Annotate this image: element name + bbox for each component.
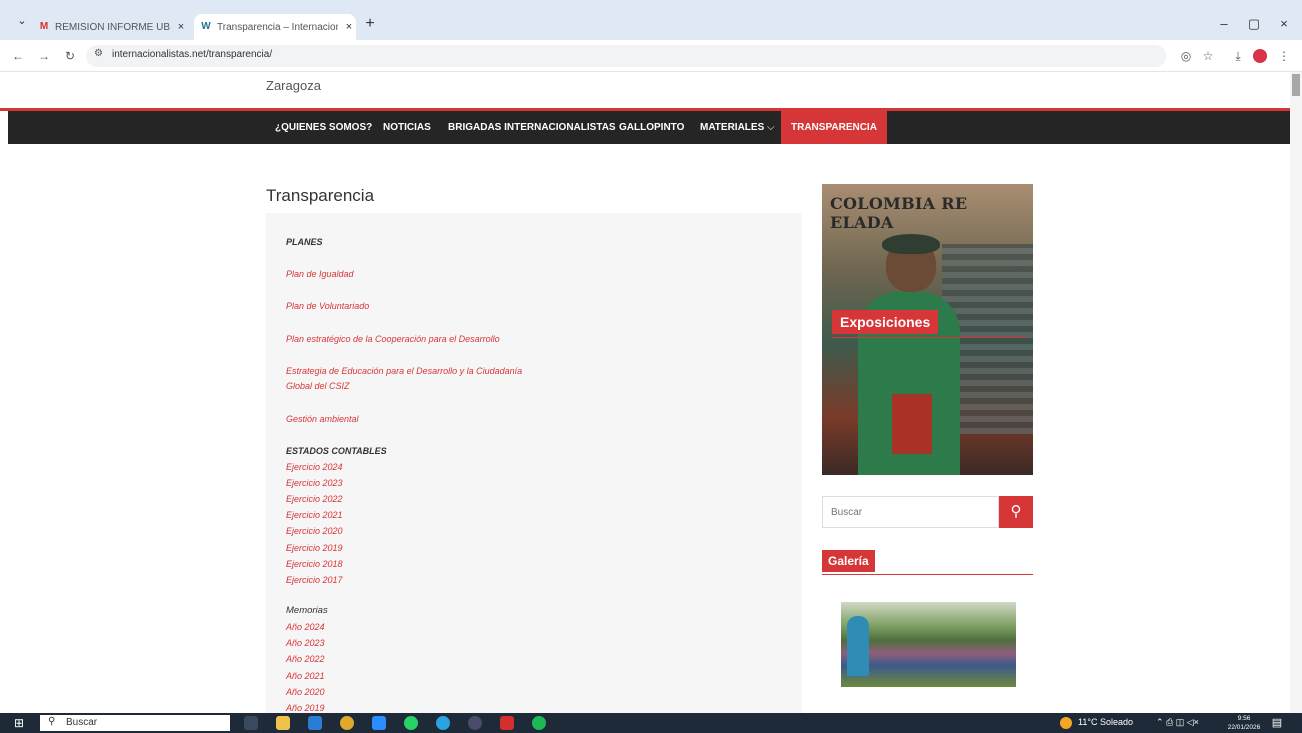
link-plan-estrategico[interactable]: Plan estratégico de la Cooperación para … [286,334,500,344]
download-icon[interactable]: ⤓ [1228,46,1248,66]
poster-figure-scarf [892,394,932,454]
gallery-photo[interactable] [841,602,1016,687]
link-gestion-ambiental[interactable]: Gestión ambiental [286,414,359,424]
gmail-icon: M [39,21,49,32]
tab-title: Transparencia – Internacionalist [217,21,338,33]
exposiciones-banner[interactable]: COLOMBIA RE ELADA Exposiciones [822,184,1033,475]
task-view-icon[interactable] [244,716,258,730]
link-memoria[interactable]: Año 2020 [286,687,325,697]
link-estrategia-educacion[interactable]: Estrategia de Educación para el Desarrol… [286,366,522,376]
site-tagline: Zaragoza [266,78,321,93]
acrobat-icon[interactable] [500,716,514,730]
clock-time: 9:56 [1237,715,1251,722]
nav-item-brigadas[interactable]: BRIGADAS INTERNACIONALISTAS [448,111,616,144]
nav-item-transparencia[interactable]: TRANSPARENCIA [781,111,887,144]
weather-text[interactable]: 11°C Soleado [1078,717,1133,727]
link-memoria[interactable]: Año 2022 [286,654,325,664]
profile-avatar[interactable] [1253,49,1267,63]
search-icon: ⚲ [1010,503,1022,520]
gallery-photo-figure [847,616,869,676]
main-navigation: ¿QUIENES SOMOS? NOTICIAS BRIGADAS INTERN… [8,111,1290,144]
link-ejercicio[interactable]: Ejercicio 2024 [286,462,343,472]
word-icon[interactable] [308,716,322,730]
link-memoria[interactable]: Año 2024 [286,622,325,632]
nav-item-label: MATERIALES [700,122,765,133]
exposiciones-underline [832,337,1026,338]
estados-heading: ESTADOS CONTABLES [286,446,387,456]
address-bar[interactable]: ⚙ internacionalistas.net/transparencia/ [86,45,1166,67]
weather-sun-icon [1060,717,1072,729]
taskbar-search-box[interactable]: ⚲ Buscar [40,715,230,731]
nav-item-materiales[interactable]: MATERIALES ⌵ [700,111,775,144]
nav-item-gallopinto[interactable]: GALLOPINTO [619,111,684,144]
chrome-icon[interactable] [340,716,354,730]
memorias-heading: Memorias [286,605,328,616]
site-info-icon[interactable]: ⚙ [94,48,103,59]
page-scrollbar[interactable] [1290,72,1302,713]
nav-item-quienes-somos[interactable]: ¿QUIENES SOMOS? [275,111,372,144]
taskbar-search-label: Buscar [66,717,98,728]
browser-toolbar: ← → ↻ ⚙ internacionalistas.net/transpare… [0,40,1302,72]
minimize-icon[interactable]: – [1214,14,1234,34]
clock-date: 22/01/2026 [1227,724,1261,731]
tab-search-icon[interactable]: ⌄ [12,12,32,30]
zoom-icon[interactable] [372,716,386,730]
close-tab-icon[interactable]: × [342,21,356,33]
nav-item-noticias[interactable]: NOTICIAS [383,111,431,144]
link-memoria[interactable]: Año 2023 [286,638,325,648]
browser-tab-strip: ⌄ M REMISIÓN INFORME UBICACIÓ × W Transp… [0,0,1302,40]
reload-icon[interactable]: ↻ [60,46,80,66]
chevron-down-icon: ⌵ [767,122,775,133]
eye-off-icon[interactable]: ◎ [1176,46,1196,66]
link-ejercicio[interactable]: Ejercicio 2021 [286,510,343,520]
bookmark-star-icon[interactable]: ☆ [1198,46,1218,66]
link-memoria[interactable]: Año 2021 [286,671,325,681]
spotify-icon[interactable] [532,716,546,730]
taskbar-clock[interactable]: 9:56 22/01/2026 [1226,714,1262,732]
back-icon[interactable]: ← [8,46,28,66]
tab-title: REMISIÓN INFORME UBICACIÓ [55,21,170,33]
forward-icon[interactable]: → [34,46,54,66]
link-ejercicio[interactable]: Ejercicio 2017 [286,575,343,585]
search-button[interactable]: ⚲ [999,496,1033,528]
link-ejercicio[interactable]: Ejercicio 2022 [286,494,343,504]
page-title: Transparencia [266,186,375,205]
url-text[interactable]: internacionalistas.net/transparencia/ [112,49,272,60]
link-memoria[interactable]: Año 2019 [286,703,325,713]
transparencia-content: PLANES Plan de Igualdad Plan de Voluntar… [266,213,802,713]
wordpress-icon: W [201,21,211,32]
page-viewport: Zaragoza ¿QUIENES SOMOS? NOTICIAS BRIGAD… [0,72,1302,713]
link-plan-voluntariado[interactable]: Plan de Voluntariado [286,301,369,311]
link-ejercicio[interactable]: Ejercicio 2023 [286,478,343,488]
notification-icon[interactable]: ▤ [1270,716,1284,730]
windows-taskbar: ⊞ ⚲ Buscar 11°C Soleado ⌃ ⎙ ◫ ◁× 9:56 22… [0,713,1302,733]
link-ejercicio[interactable]: Ejercicio 2019 [286,543,343,553]
menu-kebab-icon[interactable]: ⋮ [1274,46,1294,66]
file-explorer-icon[interactable] [276,716,290,730]
tray-icons[interactable]: ⌃ ⎙ ◫ ◁× [1156,717,1199,728]
browser-tab-active[interactable]: W Transparencia – Internacionalist × [194,14,356,40]
galeria-heading: Galería [822,550,875,572]
close-tab-icon[interactable]: × [174,21,188,33]
new-tab-button[interactable]: + [360,14,380,34]
planes-heading: PLANES [286,237,323,247]
close-window-icon[interactable]: × [1274,14,1294,34]
browser-tab-gmail[interactable]: M REMISIÓN INFORME UBICACIÓ × [38,14,188,40]
sidebar-search-input[interactable] [822,496,999,528]
scrollbar-thumb[interactable] [1292,74,1300,96]
link-plan-igualdad[interactable]: Plan de Igualdad [286,269,354,279]
exposiciones-label[interactable]: Exposiciones [832,310,939,334]
telegram-icon[interactable] [436,716,450,730]
link-ejercicio[interactable]: Ejercicio 2018 [286,559,343,569]
whatsapp-icon[interactable] [404,716,418,730]
galeria-underline [822,574,1033,575]
media-player-icon[interactable] [468,716,482,730]
link-ejercicio[interactable]: Ejercicio 2020 [286,526,343,536]
restore-icon[interactable]: ▢ [1244,14,1264,34]
windows-start-icon[interactable]: ⊞ [12,716,26,730]
poster-title: COLOMBIA RE ELADA [830,194,968,232]
search-icon: ⚲ [48,716,56,727]
poster-figure-hat [882,234,940,254]
link-estrategia-educacion-cont[interactable]: Global del CSIZ [286,381,350,391]
